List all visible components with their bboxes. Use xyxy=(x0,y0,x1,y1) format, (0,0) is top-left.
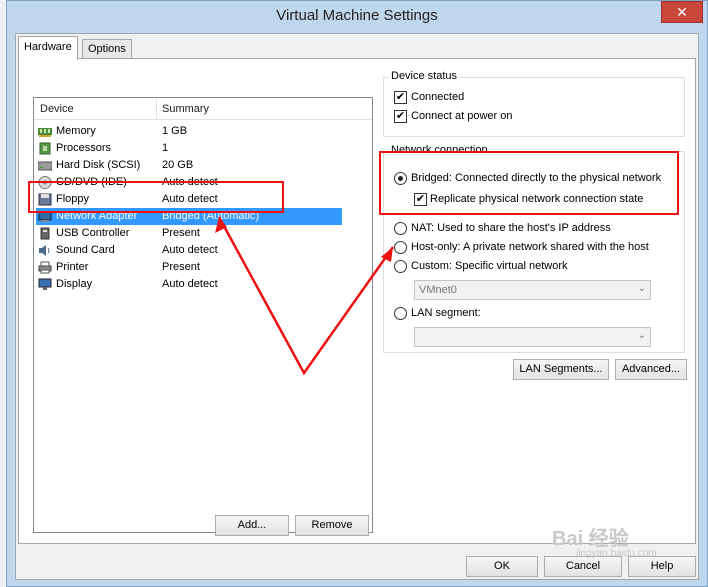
display-icon xyxy=(38,278,52,291)
custom-label[interactable]: Custom: Specific virtual network xyxy=(411,260,568,272)
highlight-box-bridged xyxy=(379,151,679,215)
tab-options[interactable]: Options xyxy=(82,39,132,58)
vmnet-select[interactable]: VMnet0 ⌄ xyxy=(414,280,651,300)
baidu-watermark-url: jingyan.baidu.com xyxy=(576,548,657,559)
sound-card-icon xyxy=(38,244,52,257)
connect-at-power-on-checkbox[interactable]: ✔ xyxy=(394,110,407,123)
close-button[interactable]: ✕ xyxy=(661,1,703,23)
device-name: Memory xyxy=(56,125,96,137)
connect-at-power-on-label[interactable]: Connect at power on xyxy=(411,110,513,122)
chevron-down-icon: ⌄ xyxy=(637,330,646,341)
lan-segments-button[interactable]: LAN Segments... xyxy=(513,359,609,380)
host-only-label[interactable]: Host-only: A private network shared with… xyxy=(411,241,649,253)
column-divider xyxy=(156,98,157,120)
device-status-label: Device status xyxy=(389,70,460,82)
lan-segment-select[interactable]: ⌄ xyxy=(414,327,651,347)
column-device[interactable]: Device xyxy=(40,103,74,115)
lan-segment-radio[interactable] xyxy=(394,307,407,320)
add-button[interactable]: Add... xyxy=(215,515,289,536)
hardware-panel: Device Summary Memory 1 GB Processors 1 … xyxy=(18,58,696,544)
title-bar: Virtual Machine Settings ✕ xyxy=(7,1,707,33)
printer-icon xyxy=(38,261,52,274)
column-summary[interactable]: Summary xyxy=(162,103,209,115)
remove-button[interactable]: Remove xyxy=(295,515,369,536)
device-row-display[interactable]: Display Auto detect xyxy=(36,276,342,293)
highlight-box-network-adapter xyxy=(28,181,284,213)
dialog-body: Hardware Options Device Summary Memory 1… xyxy=(15,33,699,580)
device-summary: Auto detect xyxy=(162,244,218,256)
settings-window: Virtual Machine Settings ✕ Hardware Opti… xyxy=(6,0,708,587)
processor-icon xyxy=(38,142,52,155)
device-name: Sound Card xyxy=(56,244,115,256)
tab-hardware[interactable]: Hardware xyxy=(18,36,78,60)
ok-button[interactable]: OK xyxy=(466,556,538,577)
vmnet-value: VMnet0 xyxy=(419,284,457,296)
device-name: Hard Disk (SCSI) xyxy=(56,159,141,171)
device-summary: 20 GB xyxy=(162,159,194,171)
window-title: Virtual Machine Settings xyxy=(276,7,438,24)
device-list[interactable]: Device Summary Memory 1 GB Processors 1 … xyxy=(33,97,373,533)
usb-icon xyxy=(38,227,52,240)
device-summary: Present xyxy=(162,227,200,239)
device-row-hard-disk[interactable]: Hard Disk (SCSI) 20 GB xyxy=(36,157,342,174)
device-row-sound-card[interactable]: Sound Card Auto detect xyxy=(36,242,342,259)
device-summary: Auto detect xyxy=(162,278,218,290)
device-name: USB Controller xyxy=(56,227,130,239)
device-list-header: Device Summary xyxy=(34,98,372,120)
device-summary: 1 GB xyxy=(162,125,188,137)
device-name: Processors xyxy=(56,142,112,154)
device-status-group: Device status ✔ Connected ✔ Connect at p… xyxy=(383,70,685,137)
connected-label[interactable]: Connected xyxy=(411,91,464,103)
advanced-button[interactable]: Advanced... xyxy=(615,359,687,380)
device-row-processors[interactable]: Processors 1 xyxy=(36,140,342,157)
hard-disk-icon xyxy=(37,159,53,172)
device-row-usb-controller[interactable]: USB Controller Present xyxy=(36,225,342,242)
device-row-printer[interactable]: Printer Present xyxy=(36,259,342,276)
device-name: Printer xyxy=(56,261,89,273)
device-summary: Present xyxy=(162,261,200,273)
lan-segment-label[interactable]: LAN segment: xyxy=(411,307,481,319)
help-button[interactable]: Help xyxy=(628,556,696,577)
device-name: Display xyxy=(56,278,93,290)
memory-icon xyxy=(38,125,52,138)
nat-radio[interactable] xyxy=(394,222,407,235)
nat-label[interactable]: NAT: Used to share the host's IP address xyxy=(411,222,611,234)
custom-radio[interactable] xyxy=(394,260,407,273)
connected-checkbox[interactable]: ✔ xyxy=(394,91,407,104)
chevron-down-icon: ⌄ xyxy=(637,283,646,294)
cancel-button[interactable]: Cancel xyxy=(544,556,622,577)
device-row-memory[interactable]: Memory 1 GB xyxy=(36,123,342,140)
baidu-watermark: Bai 经验 xyxy=(552,528,629,550)
host-only-radio[interactable] xyxy=(394,241,407,254)
device-summary: 1 xyxy=(162,142,169,154)
